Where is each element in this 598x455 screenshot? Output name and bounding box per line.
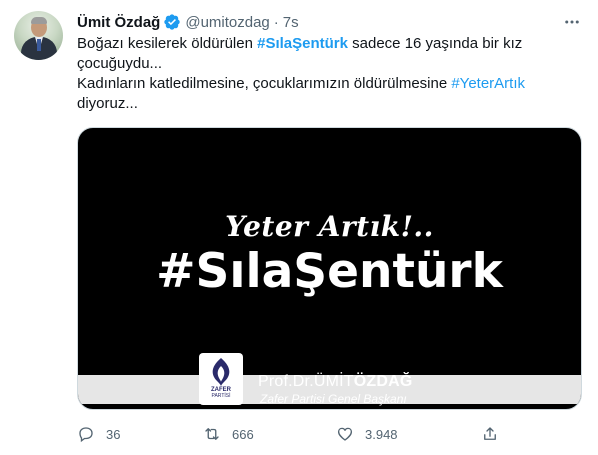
retweet-button[interactable]: 666 xyxy=(203,424,254,444)
reply-count: 36 xyxy=(106,426,121,442)
avatar[interactable] xyxy=(14,11,63,60)
party-logo-icon: ZAFER PARTİSİ xyxy=(199,353,243,405)
reply-icon xyxy=(79,427,93,443)
more-dots-icon[interactable] xyxy=(562,12,582,32)
tweet[interactable]: Ümit Özdağ @umitozdag · 7s Boğazı kesile… xyxy=(0,0,598,455)
signature-prefix: Prof.Dr. xyxy=(258,373,314,390)
signature-first-name: ÜMİT xyxy=(313,373,354,390)
avatar-hair xyxy=(31,17,47,24)
tweet-time[interactable]: 7s xyxy=(283,14,299,31)
text-segment: diyoruz... xyxy=(77,95,138,112)
tweet-header: Ümit Özdağ @umitozdag · 7s xyxy=(77,12,299,32)
tweet-text: Boğazı kesilerek öldürülen #SılaŞentürk … xyxy=(77,34,577,114)
tweet-media[interactable]: Yeter Artık!.. #SılaŞentürk ZAFER PARTİS… xyxy=(77,127,582,410)
media-hashtag: #SılaŞentürk xyxy=(156,244,503,299)
tweet-actions: 36 666 3.948 xyxy=(77,424,517,444)
heart-icon xyxy=(337,427,353,441)
header-separator: · xyxy=(273,13,279,31)
like-count: 3.948 xyxy=(365,426,398,442)
text-segment: Boğazı kesilerek öldürülen xyxy=(77,35,258,52)
media-signature-title: Zafer Partisi Genel Başkanı xyxy=(260,392,407,406)
logo-text-line2: PARTİSİ xyxy=(211,393,231,399)
signature-last-name: ÖZDAĞ xyxy=(353,373,413,390)
text-segment: Kadınların katledilmesine, çocuklarımızı… xyxy=(77,75,452,92)
media-headline: Yeter Artık!.. xyxy=(225,210,434,243)
like-button[interactable]: 3.948 xyxy=(336,424,398,444)
tweet-text-line1: Boğazı kesilerek öldürülen #SılaŞentürk … xyxy=(77,34,577,74)
tweet-text-line2: Kadınların katledilmesine, çocuklarımızı… xyxy=(77,74,577,114)
author-name[interactable]: Ümit Özdağ xyxy=(77,14,160,31)
hashtag-link[interactable]: #SılaŞentürk xyxy=(257,35,348,52)
verified-badge-icon xyxy=(163,13,181,31)
author-handle[interactable]: @umitozdag xyxy=(185,14,269,31)
reply-button[interactable]: 36 xyxy=(77,424,120,444)
share-icon xyxy=(484,427,496,440)
media-signature: Prof.Dr.ÜMİTÖZDAĞ xyxy=(258,373,413,391)
share-button[interactable] xyxy=(481,424,499,444)
retweet-count: 666 xyxy=(232,426,254,442)
avatar-tie xyxy=(37,39,41,51)
party-logo-text: ZAFER PARTİSİ xyxy=(199,387,243,399)
retweet-icon xyxy=(205,428,219,440)
hashtag-link[interactable]: #YeterArtık xyxy=(451,75,525,92)
